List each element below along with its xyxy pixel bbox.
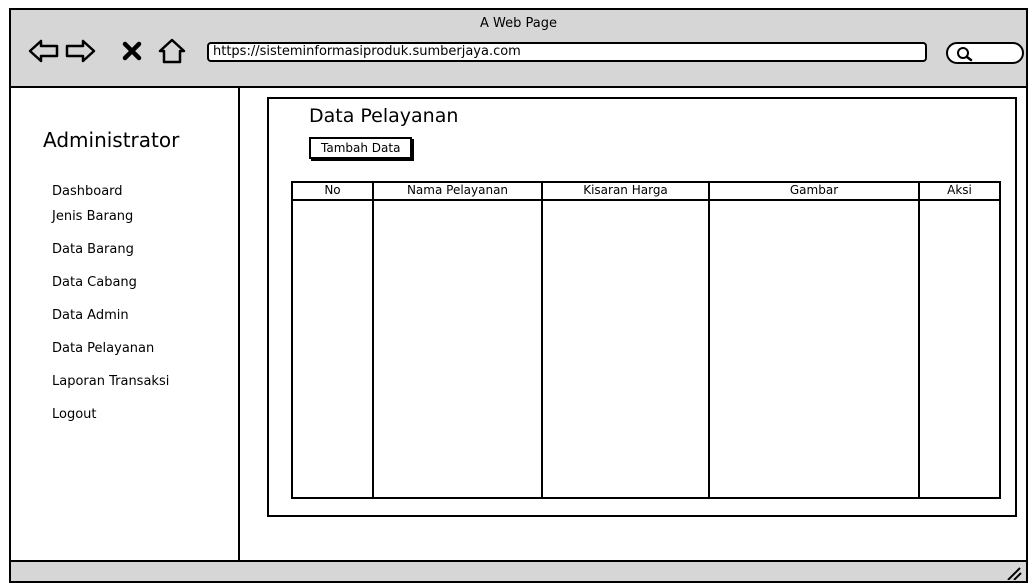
sidebar-item-data-barang[interactable]: Data Barang — [52, 242, 134, 257]
sidebar-item-jenis-barang[interactable]: Jenis Barang — [52, 209, 133, 224]
table-header-cell: Nama Pelayanan — [374, 183, 541, 201]
status-bar — [11, 560, 1026, 581]
sidebar-divider — [238, 88, 240, 562]
data-table: No Nama Pelayanan Kisaran Harga Gambar A… — [291, 181, 1001, 499]
main-panel: Data Pelayanan Tambah Data No Nama Pelay… — [267, 97, 1017, 517]
page-title: Data Pelayanan — [309, 105, 459, 127]
table-header-cell: No — [293, 183, 372, 201]
resize-handle-icon[interactable] — [1004, 564, 1022, 580]
add-data-button[interactable]: Tambah Data — [309, 137, 413, 159]
address-bar[interactable]: https://sisteminformasiproduk.sumberjaya… — [207, 42, 927, 62]
close-icon[interactable] — [119, 36, 145, 66]
search-icon — [957, 47, 973, 62]
sidebar-item-logout[interactable]: Logout — [52, 407, 97, 422]
sidebar-title: Administrator — [43, 128, 180, 152]
forward-arrow-icon[interactable] — [63, 36, 97, 66]
table-header-cell: Kisaran Harga — [543, 183, 708, 201]
sidebar: Administrator Dashboard Jenis Barang Dat… — [11, 88, 239, 568]
sidebar-item-data-pelayanan[interactable]: Data Pelayanan — [52, 341, 154, 356]
table-column-gambar: Gambar — [710, 183, 920, 497]
table-header-cell: Aksi — [920, 183, 999, 201]
table-column-nama-pelayanan: Nama Pelayanan — [374, 183, 543, 497]
home-icon[interactable] — [157, 36, 187, 66]
table-column-no: No — [293, 183, 374, 497]
search-box[interactable] — [946, 42, 1024, 64]
table-column-kisaran-harga: Kisaran Harga — [543, 183, 710, 497]
sidebar-item-data-admin[interactable]: Data Admin — [52, 308, 129, 323]
sidebar-item-dashboard[interactable]: Dashboard — [52, 184, 123, 199]
sidebar-item-laporan-transaksi[interactable]: Laporan Transaksi — [52, 374, 169, 389]
browser-toolbar: A Web Page https://sisteminformasiproduk… — [11, 10, 1026, 88]
browser-window: A Web Page https://sisteminformasiproduk… — [9, 8, 1028, 583]
back-arrow-icon[interactable] — [27, 36, 61, 66]
table-header-cell: Gambar — [710, 183, 918, 201]
table-column-aksi: Aksi — [920, 183, 999, 497]
window-title: A Web Page — [480, 16, 557, 31]
sidebar-item-data-cabang[interactable]: Data Cabang — [52, 275, 137, 290]
